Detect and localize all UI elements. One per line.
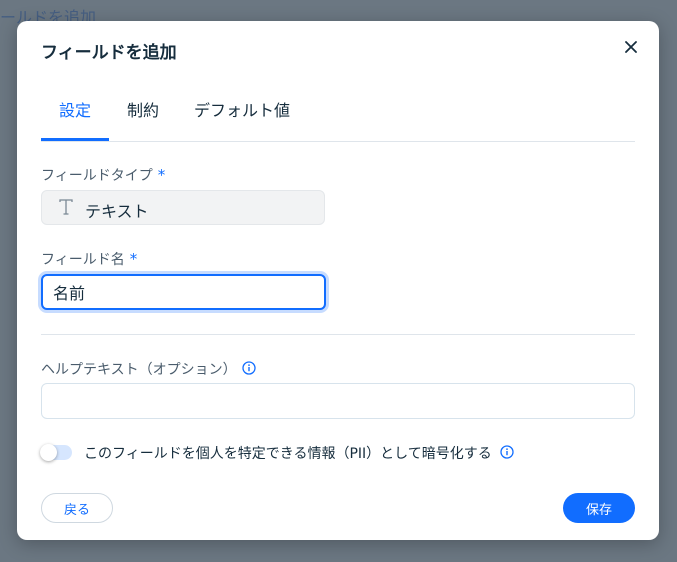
required-mark: * [157, 166, 166, 184]
save-button[interactable]: 保存 [563, 493, 635, 523]
tab-default-value[interactable]: デフォルト値 [194, 93, 290, 141]
pii-toggle[interactable] [40, 444, 72, 461]
add-field-dialog: フィールドを追加 設定 制約 デフォルト値 フィールドタイプ * テキスト フィー… [17, 21, 659, 540]
tab-settings-label: 設定 [59, 101, 92, 120]
field-type-value: テキスト [85, 202, 149, 221]
field-name-input[interactable] [41, 274, 326, 310]
pii-label-row: このフィールドを個人を特定できる情報（PII）として暗号化する [84, 443, 492, 463]
field-name-label-row: フィールド名 * [41, 249, 137, 269]
field-type-label: フィールドタイプ [41, 168, 153, 184]
info-icon[interactable] [242, 361, 256, 375]
tab-bar: 設定 制約 デフォルト値 [41, 93, 635, 142]
dialog-title: フィールドを追加 [41, 43, 177, 63]
text-type-icon [59, 199, 73, 215]
tab-constraints-label: 制約 [127, 101, 160, 120]
section-divider [41, 334, 635, 335]
required-mark: * [129, 250, 138, 268]
help-text-label: ヘルプテキスト（オプション） [41, 362, 237, 378]
help-text-label-row: ヘルプテキスト（オプション） [41, 359, 237, 379]
tab-constraints[interactable]: 制約 [127, 93, 159, 141]
field-type-display: テキスト [41, 190, 325, 225]
back-button[interactable]: 戻る [41, 493, 113, 523]
tab-settings[interactable]: 設定 [41, 93, 109, 141]
field-type-label-row: フィールドタイプ * [41, 165, 165, 185]
toggle-knob [40, 444, 57, 461]
pii-label: このフィールドを個人を特定できる情報（PII）として暗号化する [84, 446, 492, 462]
help-text-input[interactable] [41, 383, 635, 419]
close-icon [625, 41, 637, 53]
tab-default-value-label: デフォルト値 [194, 101, 291, 120]
close-button[interactable] [619, 35, 643, 59]
info-icon[interactable] [500, 445, 514, 459]
field-name-label: フィールド名 [41, 252, 125, 268]
